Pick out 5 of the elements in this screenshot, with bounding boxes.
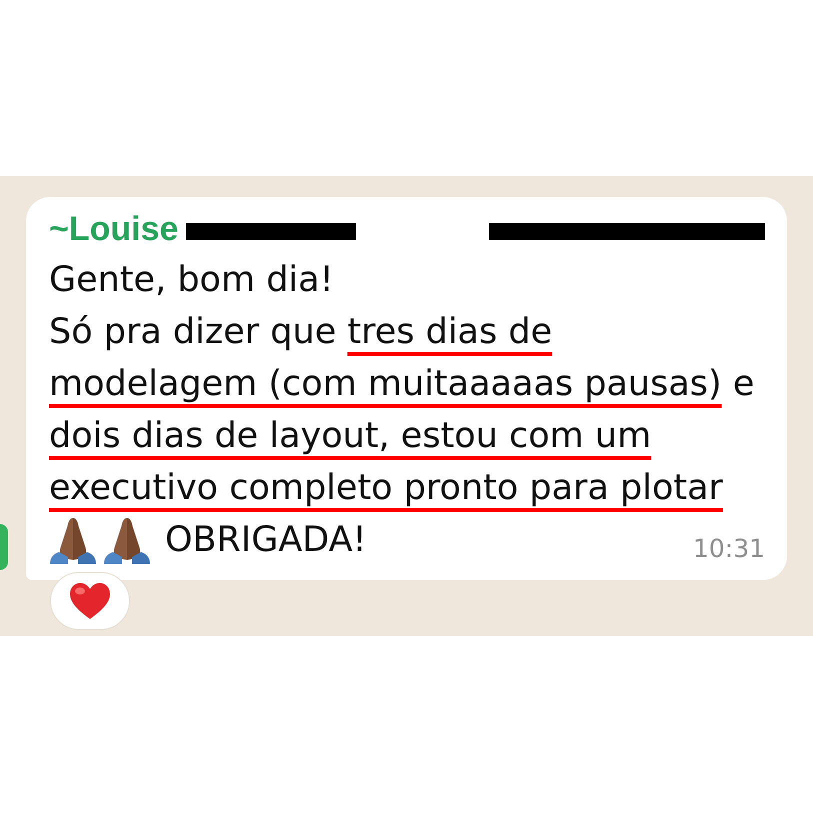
sender-name: ~Louise bbox=[49, 209, 178, 249]
message-text: OBRIGADA! bbox=[165, 519, 367, 562]
avatar-icon bbox=[0, 524, 8, 570]
timestamp: 10:31 bbox=[692, 534, 765, 564]
message-text: Gente, bom dia! Só pra dizer que tres dias de modelagem (com muitaaaaas pausas) e dois dias de layout, estou com um executivo completo pronto para plotar bbox=[49, 259, 756, 510]
